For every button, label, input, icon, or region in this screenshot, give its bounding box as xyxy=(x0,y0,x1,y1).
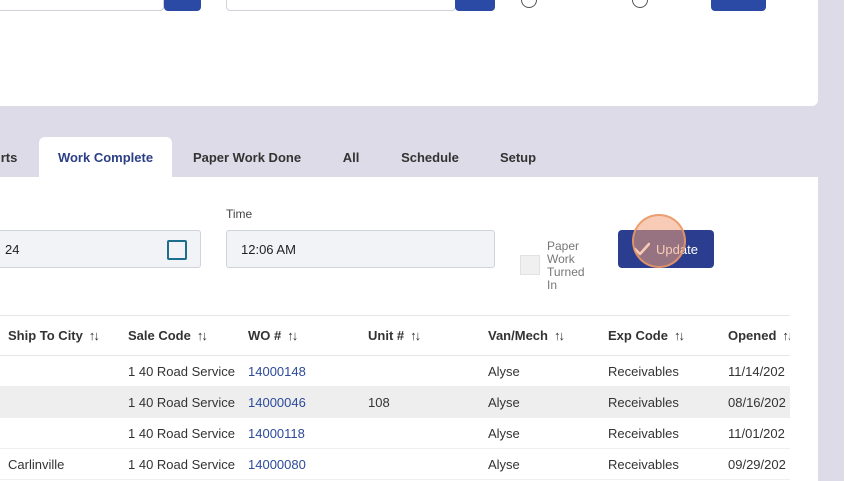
column-header-wo-number[interactable]: WO # ↑↓ xyxy=(240,315,360,356)
tab-parts[interactable]: rts xyxy=(0,137,24,178)
column-header-van-mech[interactable]: Van/Mech ↑↓ xyxy=(480,315,600,356)
column-header-label: Exp Code xyxy=(608,328,668,343)
update-label: Update xyxy=(656,241,698,257)
table-row[interactable]: 1 40 Road Service 14000046 108 Alyse Rec… xyxy=(0,386,790,418)
cell-opened: 08/16/202 xyxy=(720,386,790,418)
sort-arrows-icon[interactable]: ↑↓ xyxy=(89,328,100,343)
cell-van-mech: Alyse xyxy=(480,386,600,418)
top-action-button[interactable] xyxy=(711,0,766,11)
cell-unit-number xyxy=(360,417,480,449)
column-header-unit-number[interactable]: Unit # ↑↓ xyxy=(360,315,480,356)
sort-arrows-icon[interactable]: ↑↓ xyxy=(674,328,685,343)
time-label: Time xyxy=(226,207,253,221)
column-header-label: WO # xyxy=(248,328,282,343)
column-header-label: Sale Code xyxy=(128,328,191,343)
cell-opened: 11/14/202 xyxy=(720,355,790,387)
table-row[interactable]: Carlinville 1 40 Road Service 14000080 A… xyxy=(0,448,790,480)
cell-van-mech: Alyse xyxy=(480,448,600,480)
sort-arrows-icon[interactable]: ↑↓ xyxy=(782,328,790,343)
time-value: 12:06 AM xyxy=(241,241,296,257)
cell-unit-number xyxy=(360,355,480,387)
tab-work-complete[interactable]: Work Complete xyxy=(39,137,172,178)
paper-work-label: Paper Work Turned In xyxy=(547,240,585,292)
sort-arrows-icon[interactable]: ↑↓ xyxy=(554,328,565,343)
cell-sale-code: 1 40 Road Service xyxy=(120,386,240,418)
checkmark-icon xyxy=(634,242,651,256)
cell-opened: 09/29/202 xyxy=(720,448,790,480)
table-header-row: Ship To City ↑↓ Sale Code ↑↓ WO # ↑↓ Unit #… xyxy=(0,315,790,356)
cell-ship-to-city xyxy=(0,386,120,418)
wo-number-link[interactable]: 14000046 xyxy=(240,386,360,418)
cell-exp-code: Receivables xyxy=(600,355,720,387)
column-header-label: Ship To City xyxy=(8,328,83,343)
sort-arrows-icon[interactable]: ↑↓ xyxy=(197,328,208,343)
cell-unit-number: 108 xyxy=(360,386,480,418)
cell-van-mech: Alyse xyxy=(480,355,600,387)
top-filter-button-1[interactable] xyxy=(164,0,201,11)
column-header-opened[interactable]: Opened ↑↓ xyxy=(720,315,790,356)
calendar-icon[interactable] xyxy=(167,240,187,260)
cell-ship-to-city xyxy=(0,417,120,449)
cell-sale-code: 1 40 Road Service xyxy=(120,355,240,387)
filter-card xyxy=(0,0,818,106)
wo-number-link[interactable]: 14000118 xyxy=(240,417,360,449)
time-field[interactable]: 12:06 AM xyxy=(226,230,495,268)
tab-schedule[interactable]: Schedule xyxy=(392,137,468,178)
cell-exp-code: Receivables xyxy=(600,417,720,449)
page-scroll-area xyxy=(844,0,860,481)
radio-option-2[interactable] xyxy=(632,0,648,8)
date-value: 24 xyxy=(5,241,20,257)
cell-ship-to-city: Carlinville xyxy=(0,448,120,480)
cell-opened: 11/01/202 xyxy=(720,417,790,449)
table-row[interactable]: 1 40 Road Service 14000118 Alyse Receiva… xyxy=(0,417,790,449)
paper-work-checkbox[interactable] xyxy=(520,255,540,275)
column-header-label: Van/Mech xyxy=(488,328,548,343)
top-filter-input-2[interactable] xyxy=(226,0,456,11)
column-header-label: Unit # xyxy=(368,328,405,343)
cell-unit-number xyxy=(360,448,480,480)
cell-exp-code: Receivables xyxy=(600,448,720,480)
cell-exp-code: Receivables xyxy=(600,386,720,418)
cell-sale-code: 1 40 Road Service xyxy=(120,417,240,449)
wo-number-link[interactable]: 14000080 xyxy=(240,448,360,480)
sort-arrows-icon[interactable]: ↑↓ xyxy=(287,328,298,343)
radio-option-1[interactable] xyxy=(521,0,537,8)
column-header-exp-code[interactable]: Exp Code ↑↓ xyxy=(600,315,720,356)
table-row[interactable]: 1 40 Road Service 14000148 Alyse Receiva… xyxy=(0,355,790,387)
cell-van-mech: Alyse xyxy=(480,417,600,449)
column-header-sale-code[interactable]: Sale Code ↑↓ xyxy=(120,315,240,356)
tab-setup[interactable]: Setup xyxy=(488,137,548,178)
tab-all[interactable]: All xyxy=(330,137,372,178)
cell-sale-code: 1 40 Road Service xyxy=(120,448,240,480)
work-order-table: Ship To City ↑↓ Sale Code ↑↓ WO # ↑↓ Unit #… xyxy=(0,315,790,481)
column-header-ship-to-city[interactable]: Ship To City ↑↓ xyxy=(0,315,120,356)
update-button[interactable]: Update xyxy=(618,230,714,268)
sort-arrows-icon[interactable]: ↑↓ xyxy=(410,328,421,343)
top-filter-button-2[interactable] xyxy=(455,0,495,11)
paper-work-label-line: In xyxy=(547,278,558,292)
tab-paper-work-done[interactable]: Paper Work Done xyxy=(184,137,310,178)
column-header-label: Opened xyxy=(728,328,777,343)
cell-ship-to-city xyxy=(0,355,120,387)
wo-number-link[interactable]: 14000148 xyxy=(240,355,360,387)
top-filter-input-1[interactable] xyxy=(0,0,164,11)
